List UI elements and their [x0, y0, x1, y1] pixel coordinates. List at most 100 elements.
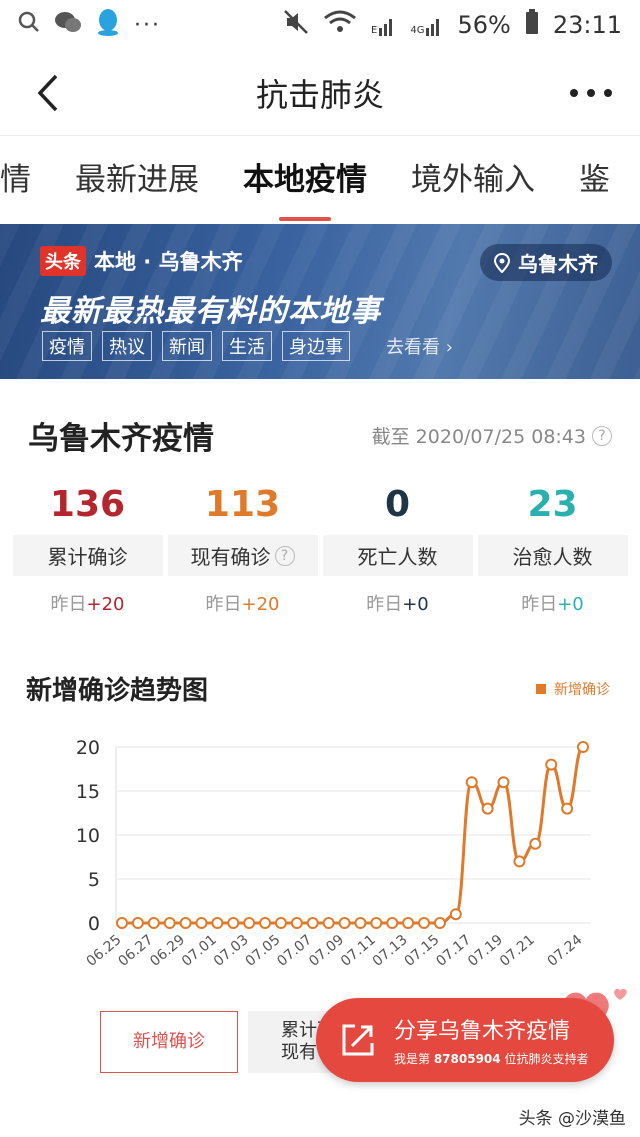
stat-current: 113 现有确诊? 昨日+20: [167, 484, 318, 616]
stat-delta: 昨日+20: [168, 590, 318, 616]
stat-label-text: 治愈人数: [512, 545, 593, 569]
clock: 23:11: [552, 11, 622, 39]
more-icon: [569, 88, 612, 97]
data-point: [449, 908, 462, 921]
trend-title: 新增确诊趋势图: [26, 676, 209, 706]
supporter-number: 87805904: [433, 1052, 501, 1066]
data-point: [354, 917, 367, 929]
delta-prefix: 昨日: [521, 594, 558, 615]
search-icon: [18, 11, 40, 39]
more-button[interactable]: [566, 68, 616, 118]
tab-bar: 情 最新进展 本地疫情 境外输入 鉴: [0, 136, 640, 224]
city-selector[interactable]: 乌鲁木齐: [480, 244, 612, 281]
network-type-label: E: [371, 25, 378, 36]
local-news-banner[interactable]: 头条 本地 · 乌鲁木齐 乌鲁木齐 最新最热最有料的本地事 疫情 热议 新闻 生…: [0, 224, 640, 379]
data-point: [227, 917, 240, 929]
data-point: [561, 802, 574, 815]
nav-bar: 抗击肺炎: [0, 50, 640, 136]
y-tick-label: 20: [76, 737, 100, 759]
network-4g-label: 4G: [410, 25, 425, 36]
data-point: [322, 917, 335, 929]
data-point: [131, 917, 144, 929]
stats-title: 乌鲁木齐疫情: [28, 421, 214, 457]
banner-location-line: 本地 · 乌鲁木齐: [94, 250, 243, 274]
qq-icon: [96, 8, 120, 42]
delta-prefix: 昨日: [205, 594, 242, 615]
tag-nearby[interactable]: 身边事: [282, 331, 350, 361]
data-point: [195, 917, 208, 929]
x-tick-label: 07.19: [465, 932, 506, 970]
data-point: [465, 776, 478, 789]
data-point: [497, 776, 510, 789]
stat-label: 治愈人数: [477, 535, 628, 576]
wifi-icon: [323, 9, 357, 41]
stats-row: 136 累计确诊 昨日+20 113 现有确诊? 昨日+20 0 死亡人数 昨日…: [0, 458, 640, 616]
wechat-icon: [54, 10, 82, 40]
banner-header: 头条 本地 · 乌鲁木齐: [40, 246, 243, 276]
city-name: 乌鲁木齐: [518, 252, 598, 276]
x-tick-label: 06.27: [115, 932, 156, 970]
data-point: [290, 917, 303, 929]
tab-imported-cases[interactable]: 境外输入: [389, 136, 557, 224]
data-point: [116, 917, 128, 929]
status-right: E 4G 56% 23:11: [283, 9, 622, 41]
mute-icon: [283, 9, 309, 41]
signal-4g-icon: 4G: [410, 14, 443, 36]
share-sub-prefix: 我是第: [394, 1052, 434, 1066]
x-tick-label: 07.17: [433, 932, 474, 970]
back-button[interactable]: [24, 68, 74, 118]
x-tick-label: 07.24: [545, 932, 586, 970]
data-point: [402, 917, 415, 929]
stat-label-text: 死亡人数: [357, 545, 438, 569]
banner-slogan: 最新最热最有料的本地事: [40, 294, 381, 329]
tab-partial-left[interactable]: 情: [0, 136, 53, 224]
x-tick-label: 07.01: [179, 932, 220, 970]
trend-chart: 0 5 10 15 20 06.25 06.27 06.29 07.01 07.03 07.05 07…: [0, 707, 640, 997]
status-left: ···: [18, 8, 161, 42]
y-tick-label: 0: [88, 913, 100, 935]
help-icon[interactable]: ?: [274, 545, 295, 566]
data-point: [529, 837, 542, 850]
data-point: [147, 917, 160, 929]
data-point: [433, 917, 446, 929]
stat-value: 23: [527, 484, 578, 525]
tag-epidemic[interactable]: 疫情: [42, 331, 92, 361]
data-point: [418, 917, 431, 929]
stat-value: 136: [49, 484, 126, 525]
tab-partial-right[interactable]: 鉴: [557, 136, 632, 224]
delta-prefix: 昨日: [366, 594, 403, 615]
tag-news[interactable]: 新闻: [162, 331, 212, 361]
data-point: [243, 917, 256, 929]
delta-prefix: 昨日: [50, 594, 87, 615]
stat-value: 113: [204, 484, 281, 525]
go-see-link[interactable]: 去看看 ›: [386, 333, 453, 359]
x-tick-label: 07.05: [243, 932, 284, 970]
y-tick-label: 15: [76, 781, 100, 803]
data-point: [481, 802, 494, 815]
share-button[interactable]: 分享乌鲁木齐疫情 我是第 87805904 位抗肺炎支持者: [316, 998, 614, 1082]
stat-label: 现有确诊?: [167, 535, 318, 576]
x-tick-label: 07.03: [211, 932, 252, 970]
data-point: [259, 917, 272, 929]
help-icon[interactable]: ?: [592, 425, 612, 446]
data-point: [211, 917, 224, 929]
tab-latest-progress[interactable]: 最新进展: [53, 136, 221, 224]
share-icon: [342, 1024, 374, 1056]
page-title: 抗击肺炎: [255, 75, 384, 114]
x-tick-label: 07.13: [370, 932, 411, 970]
tab-local-epidemic[interactable]: 本地疫情: [221, 136, 389, 224]
share-subtitle: 我是第 87805904 位抗肺炎支持者: [394, 1050, 588, 1067]
x-tick-label: 07.21: [497, 932, 538, 970]
tag-hot-discussion[interactable]: 热议: [102, 331, 152, 361]
stat-delta: 昨日+0: [478, 590, 628, 616]
stat-label-text: 现有确诊: [190, 545, 271, 569]
stats-timestamp: 截至 2020/07/25 08:43 ?: [372, 422, 612, 449]
battery-percent: 56%: [457, 11, 511, 39]
watermark: 头条 @沙漠鱼: [518, 1109, 626, 1129]
switch-new-confirmed[interactable]: 新增确诊: [100, 1011, 238, 1073]
data-point: [577, 741, 589, 753]
chart-legend[interactable]: 新增确诊: [536, 679, 610, 699]
chevron-left-icon: [37, 74, 58, 111]
tag-life[interactable]: 生活: [222, 331, 272, 361]
stats-as-of: 截至 2020/07/25 08:43: [371, 426, 586, 448]
